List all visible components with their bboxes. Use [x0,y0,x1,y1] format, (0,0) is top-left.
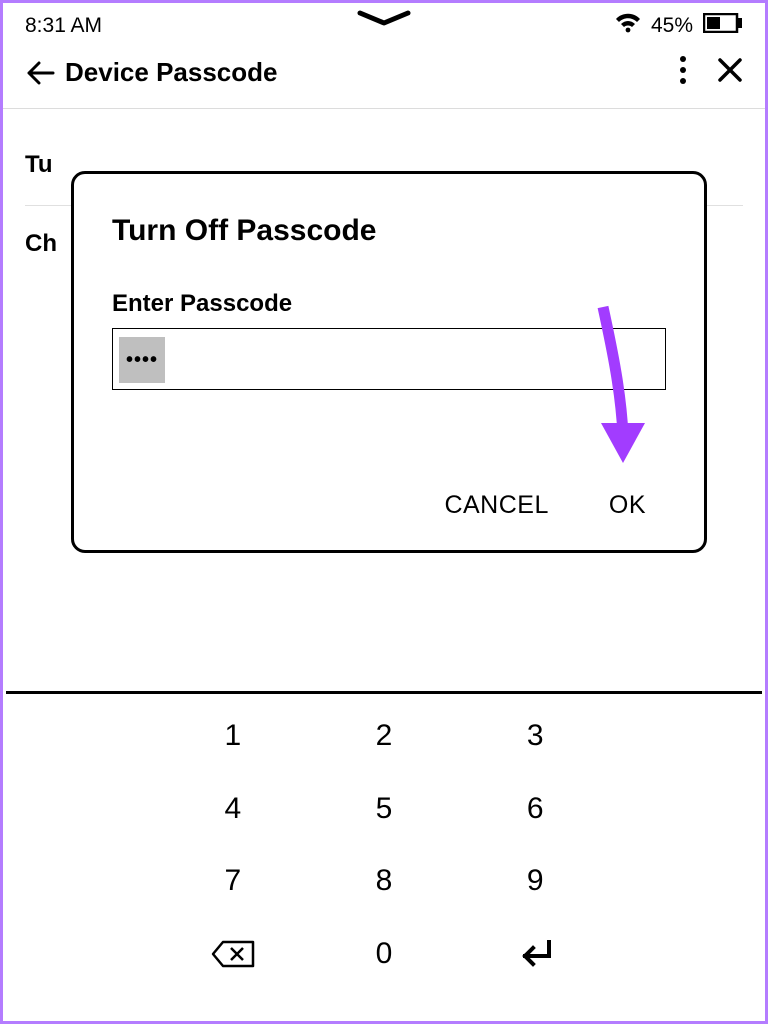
key-blank [611,845,762,918]
close-button[interactable] [717,57,743,88]
key-blank [611,773,762,846]
key-3[interactable]: 3 [460,700,611,773]
key-blank [611,700,762,773]
key-1[interactable]: 1 [157,700,308,773]
back-button[interactable] [25,61,65,85]
key-9[interactable]: 9 [460,845,611,918]
cancel-button[interactable]: CANCEL [444,491,548,520]
battery-icon [703,13,743,39]
key-2[interactable]: 2 [308,700,459,773]
wifi-icon [615,13,641,39]
key-4[interactable]: 4 [157,773,308,846]
key-blank [6,918,157,991]
kebab-menu-icon[interactable] [679,55,687,90]
key-blank [6,773,157,846]
key-5[interactable]: 5 [308,773,459,846]
app-header: Device Passcode [3,45,765,108]
key-backspace[interactable] [157,918,308,991]
key-8[interactable]: 8 [308,845,459,918]
key-blank [611,918,762,991]
pull-tab-icon[interactable] [356,9,412,32]
key-7[interactable]: 7 [157,845,308,918]
passcode-input[interactable]: •••• [112,328,666,390]
passcode-dialog: Turn Off Passcode Enter Passcode •••• CA… [71,171,707,553]
key-enter[interactable] [460,918,611,991]
key-blank [6,845,157,918]
ok-button[interactable]: OK [609,491,646,520]
key-0[interactable]: 0 [308,918,459,991]
key-blank [6,700,157,773]
battery-percent: 45% [651,14,693,38]
passcode-masked-value: •••• [119,337,165,383]
page-title: Device Passcode [65,57,679,88]
passcode-label: Enter Passcode [112,290,666,318]
numeric-keypad: 1 2 3 4 5 6 7 8 9 0 [6,691,762,1018]
dialog-title: Turn Off Passcode [112,214,666,248]
key-6[interactable]: 6 [460,773,611,846]
clock: 8:31 AM [25,14,102,38]
